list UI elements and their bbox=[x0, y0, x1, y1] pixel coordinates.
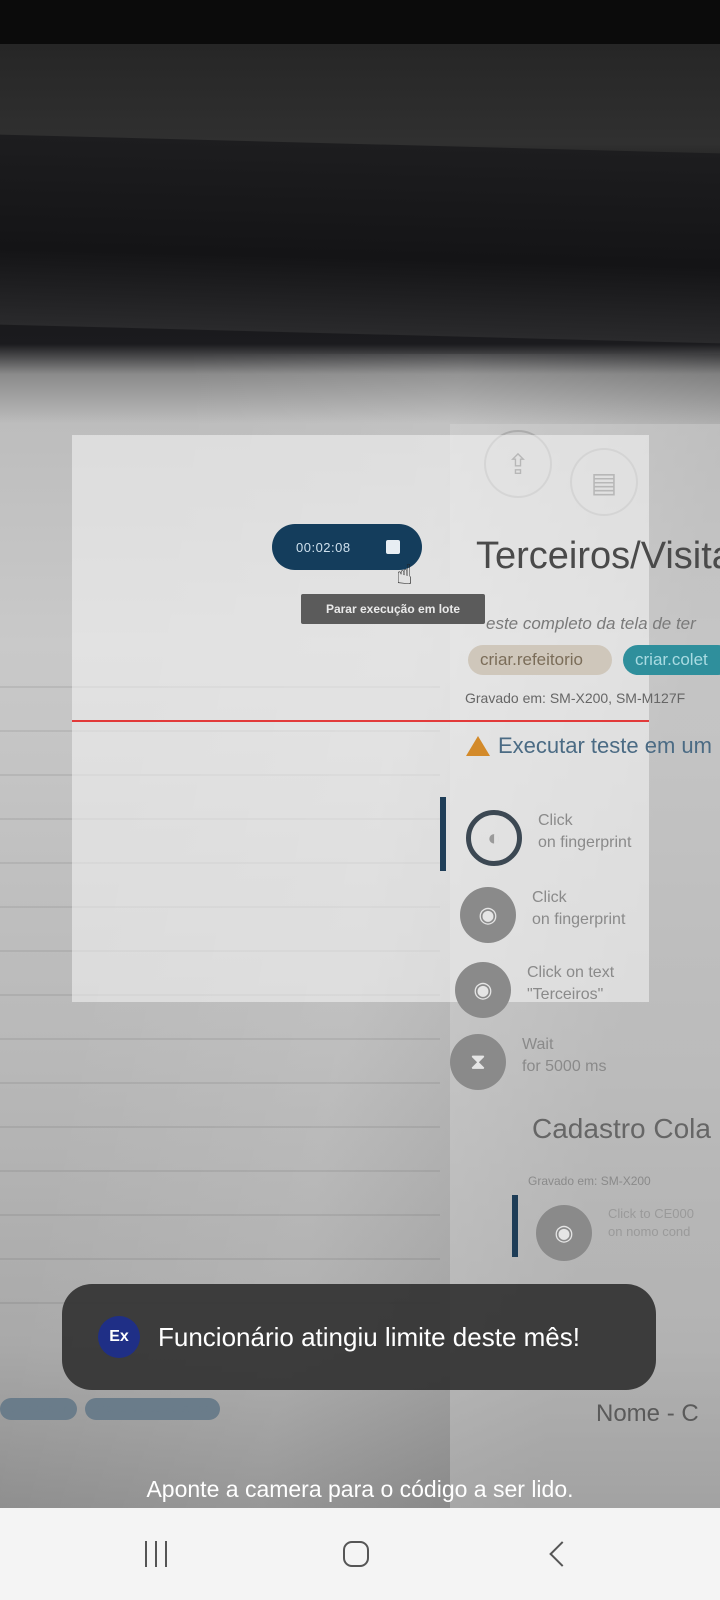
step-label-line1: Click to CE000 bbox=[608, 1206, 694, 1221]
warning-icon bbox=[466, 736, 490, 756]
selected-step-bar bbox=[512, 1195, 518, 1257]
app-badge-icon: Ex bbox=[98, 1316, 140, 1358]
step-label-line1: Click bbox=[538, 812, 573, 829]
toast-message: Funcionário atingiu limite deste mês! bbox=[158, 1321, 580, 1352]
timer-value: 00:02:08 bbox=[296, 539, 351, 555]
home-icon bbox=[343, 1541, 369, 1567]
step-label: Click to CE000 on nomo cond bbox=[608, 1205, 694, 1241]
fingerprint-icon: ◉ bbox=[536, 1205, 592, 1261]
list-item: ◐ Click on fingerprint bbox=[466, 810, 631, 866]
fingerprint-icon: ◐ bbox=[466, 810, 522, 866]
tag-chip: criar.refeitorio bbox=[468, 645, 612, 675]
recorded-on: Gravado em: SM-X200, SM-M127F bbox=[465, 690, 686, 706]
tag-chip: criar.coletor bbox=[0, 1398, 77, 1420]
section-recorded-on: Gravado em: SM-X200 bbox=[528, 1174, 651, 1188]
recent-apps-icon bbox=[145, 1541, 167, 1567]
photographed-description: este completo da tela de ter bbox=[486, 614, 696, 633]
section-title: Cadastro Cola bbox=[532, 1113, 711, 1144]
step-label-line2: for 5000 ms bbox=[522, 1058, 607, 1075]
scan-line bbox=[72, 720, 649, 722]
step-label-line2: on fingerprint bbox=[538, 834, 632, 851]
photographed-title: Terceiros/Visita bbox=[476, 535, 720, 577]
recent-apps-button[interactable] bbox=[116, 1526, 196, 1582]
cursor-hand-icon: ☝ bbox=[396, 559, 414, 590]
list-item: ⧗ Wait for 5000 ms bbox=[450, 1034, 606, 1090]
toast-notification: Ex Funcionário atingiu limite deste mês! bbox=[62, 1284, 656, 1390]
step-label-line1: Click bbox=[532, 889, 567, 906]
list-item: ◉ Click on text "Terceiros" bbox=[455, 962, 614, 1018]
tooltip: Parar execução em lote bbox=[301, 594, 485, 624]
navigation-bar bbox=[0, 1508, 720, 1600]
step-label-line1: Wait bbox=[522, 1036, 554, 1053]
stop-icon bbox=[386, 540, 400, 554]
step-label-line2: "Terceiros" bbox=[527, 986, 604, 1003]
step-label: Wait for 5000 ms bbox=[522, 1034, 606, 1078]
step-label-line1: Click on text bbox=[527, 964, 615, 981]
home-button[interactable] bbox=[316, 1526, 396, 1582]
field-title: Nome - C bbox=[596, 1400, 699, 1427]
scanner-hint: Aponte a camera para o código a ser lido… bbox=[146, 1476, 574, 1502]
fingerprint-icon: ◉ bbox=[455, 962, 511, 1018]
tag-chip: criar.colet bbox=[623, 645, 720, 675]
list-item: ◉ Click on fingerprint bbox=[460, 887, 625, 943]
step-label-line2: on fingerprint bbox=[532, 911, 626, 928]
selected-step-bar bbox=[440, 797, 446, 871]
step-label: Click on text "Terceiros" bbox=[527, 962, 614, 1006]
back-button[interactable] bbox=[518, 1526, 598, 1582]
monitor-bezel bbox=[0, 134, 720, 344]
tag-chip: criar.terceiros.visitantes bbox=[84, 1398, 220, 1420]
timer-icon: ⧗ bbox=[450, 1034, 506, 1090]
back-icon bbox=[549, 1541, 575, 1567]
status-bar bbox=[0, 0, 720, 44]
fingerprint-icon: ◉ bbox=[460, 887, 516, 943]
step-label: Click on fingerprint bbox=[538, 810, 631, 854]
step-label-line2: on nomo cond bbox=[608, 1224, 691, 1239]
list-item: ◉ Click to CE000 on nomo cond bbox=[536, 1205, 694, 1261]
warning-text: Executar teste em um bbox=[498, 733, 712, 758]
left-chip-row: criar.coletor criar.terceiros.visitantes bbox=[0, 1398, 220, 1420]
step-label: Click on fingerprint bbox=[532, 887, 625, 931]
